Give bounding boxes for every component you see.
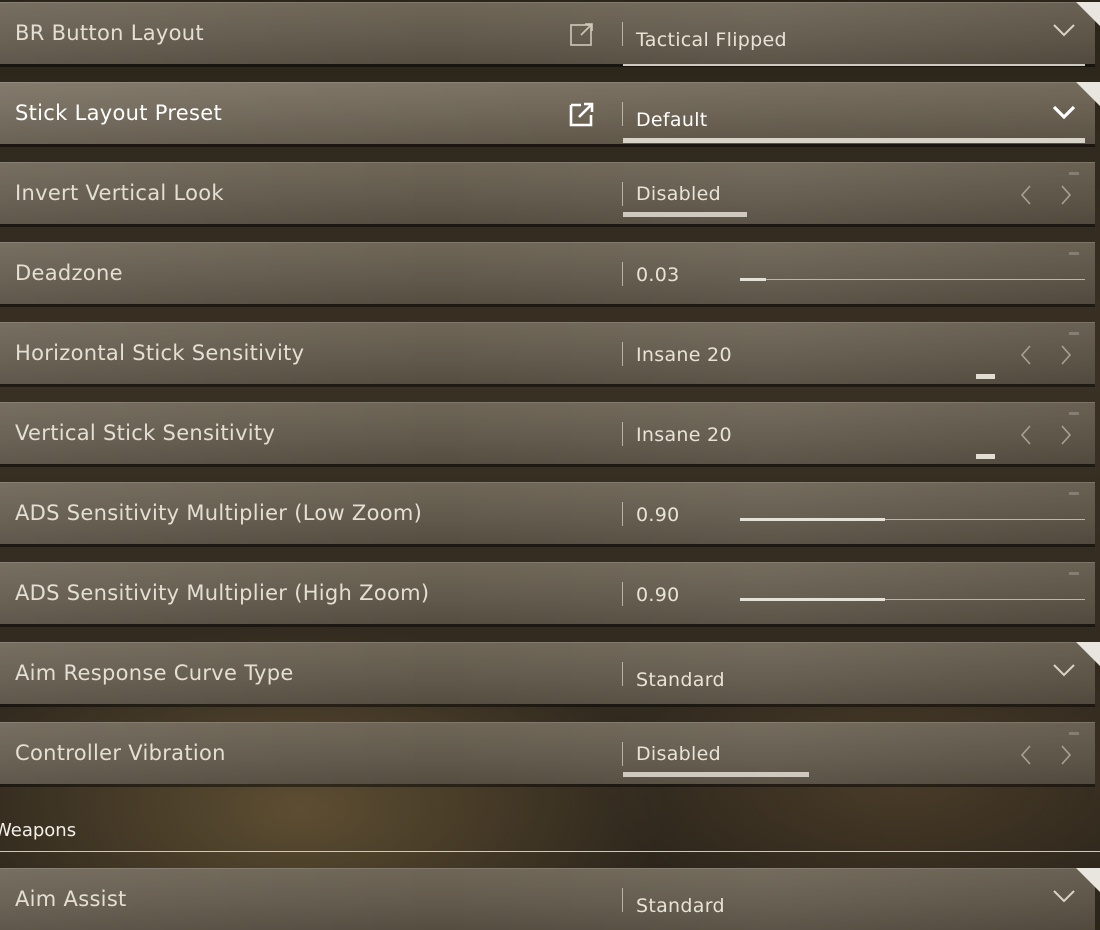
setting-value: Disabled (636, 743, 721, 765)
corner-marker (1076, 868, 1100, 892)
setting-label: ADS Sensitivity Multiplier (Low Zoom) (15, 501, 423, 525)
chevron-right-icon[interactable] (1059, 744, 1073, 766)
setting-row-invert-vertical-look[interactable]: Invert Vertical Look Disabled (0, 162, 1095, 224)
divider (622, 262, 623, 286)
setting-row-ads-high-zoom[interactable]: ADS Sensitivity Multiplier (High Zoom) 0… (0, 562, 1095, 624)
divider (622, 742, 623, 766)
external-link-icon[interactable] (569, 21, 595, 47)
setting-row-stick-layout-preset[interactable]: Stick Layout Preset Default (0, 82, 1100, 144)
setting-row-vertical-stick-sensitivity[interactable]: Vertical Stick Sensitivity Insane 20 (0, 402, 1095, 464)
setting-label: Deadzone (15, 261, 123, 285)
divider (622, 662, 623, 686)
chevron-left-icon[interactable] (1019, 744, 1033, 766)
section-divider (0, 851, 1100, 852)
chevron-down-icon[interactable] (1052, 22, 1076, 38)
selector-indicator (623, 212, 747, 217)
setting-value: Tactical Flipped (636, 29, 787, 51)
setting-value: 0.90 (636, 504, 680, 526)
slider-fill (740, 598, 885, 601)
chevron-right-icon[interactable] (1059, 424, 1073, 446)
setting-value: Default (636, 109, 708, 131)
setting-value: Insane 20 (636, 344, 732, 366)
row-marker (1069, 252, 1079, 255)
value-marker (976, 374, 995, 379)
setting-label: Controller Vibration (15, 741, 226, 765)
chevron-down-icon[interactable] (1052, 662, 1076, 678)
setting-value: Disabled (636, 183, 721, 205)
setting-value: Insane 20 (636, 424, 732, 446)
dropdown-underline (623, 64, 1085, 66)
row-marker (1069, 732, 1079, 735)
row-marker (1069, 332, 1079, 335)
setting-label: ADS Sensitivity Multiplier (High Zoom) (15, 581, 430, 605)
row-marker (1069, 492, 1079, 495)
divider (622, 502, 623, 526)
slider-track[interactable] (740, 279, 1085, 280)
chevron-right-icon[interactable] (1059, 344, 1073, 366)
divider (622, 102, 623, 126)
setting-row-ads-low-zoom[interactable]: ADS Sensitivity Multiplier (Low Zoom) 0.… (0, 482, 1095, 544)
row-marker (1069, 172, 1079, 175)
setting-label: BR Button Layout (15, 21, 204, 45)
chevron-right-icon[interactable] (1059, 184, 1073, 206)
setting-row-aim-assist[interactable]: Aim Assist Standard (0, 868, 1100, 930)
selector-indicator (623, 772, 809, 777)
dropdown-underline (623, 138, 1085, 143)
section-title-weapons: Weapons (0, 820, 77, 841)
setting-row-horizontal-stick-sensitivity[interactable]: Horizontal Stick Sensitivity Insane 20 (0, 322, 1095, 384)
row-marker (1069, 412, 1079, 415)
chevron-left-icon[interactable] (1019, 184, 1033, 206)
setting-label: Stick Layout Preset (15, 101, 223, 125)
corner-marker (1076, 82, 1100, 106)
corner-marker (1076, 642, 1100, 666)
divider (622, 582, 623, 606)
external-link-icon[interactable] (569, 101, 595, 127)
setting-value: 0.03 (636, 264, 680, 286)
value-marker (976, 454, 995, 459)
chevron-down-icon[interactable] (1052, 888, 1076, 904)
divider (622, 888, 623, 912)
setting-value: Standard (636, 669, 725, 691)
row-marker (1069, 572, 1079, 575)
setting-label: Horizontal Stick Sensitivity (15, 341, 305, 365)
divider (622, 422, 623, 446)
setting-value: Standard (636, 895, 725, 917)
divider (622, 342, 623, 366)
setting-label: Vertical Stick Sensitivity (15, 421, 276, 445)
setting-row-deadzone[interactable]: Deadzone 0.03 (0, 242, 1095, 304)
setting-label: Invert Vertical Look (15, 181, 224, 205)
chevron-down-icon[interactable] (1052, 104, 1076, 120)
slider-fill (740, 518, 885, 521)
setting-label: Aim Response Curve Type (15, 661, 294, 685)
divider (622, 22, 623, 46)
slider-fill (740, 278, 766, 281)
corner-marker (1076, 2, 1100, 26)
chevron-left-icon[interactable] (1019, 344, 1033, 366)
divider (622, 182, 623, 206)
setting-label: Aim Assist (15, 887, 127, 911)
setting-row-controller-vibration[interactable]: Controller Vibration Disabled (0, 722, 1095, 784)
setting-row-br-button-layout[interactable]: BR Button Layout Tactical Flipped (0, 2, 1100, 64)
setting-value: 0.90 (636, 584, 680, 606)
setting-row-aim-response-curve-type[interactable]: Aim Response Curve Type Standard (0, 642, 1100, 704)
chevron-left-icon[interactable] (1019, 424, 1033, 446)
